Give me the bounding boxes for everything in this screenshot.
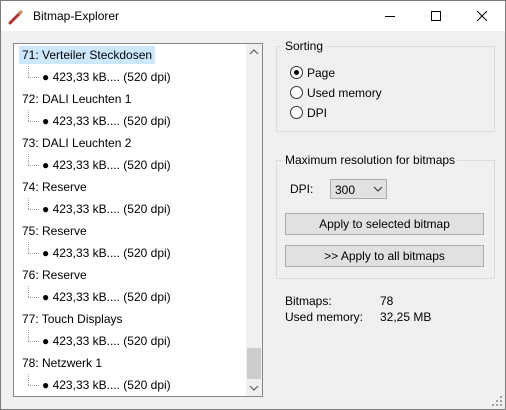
apply-to-selected-button[interactable]: Apply to selected bitmap: [285, 213, 484, 235]
tree-child-label: ● 423,33 kB.... (520 dpi): [42, 378, 171, 392]
tree-connector: [28, 297, 39, 298]
sort-by-used-memory-label: Used memory: [307, 86, 382, 100]
bitmaps-count-value: 78: [380, 294, 394, 308]
tree-child-node[interactable]: ● 423,33 kB.... (520 dpi): [14, 286, 246, 308]
resolution-group-title: Maximum resolution for bitmaps: [283, 153, 458, 167]
tree-node[interactable]: 73: DALI Leuchten 2: [14, 132, 246, 154]
tree-child-label: ● 423,33 kB.... (520 dpi): [42, 290, 171, 304]
maximize-button[interactable]: [413, 1, 459, 31]
tree-connector: [28, 341, 39, 342]
tree-node[interactable]: 77: Touch Displays: [14, 308, 246, 330]
tree-connector: [28, 253, 39, 254]
tree-child-node[interactable]: ● 423,33 kB.... (520 dpi): [14, 198, 246, 220]
sort-by-dpi-label: DPI: [307, 106, 328, 120]
sorting-group-title: Sorting: [283, 39, 326, 53]
dpi-label: DPI:: [290, 182, 314, 196]
dpi-select-value: 300: [335, 183, 356, 197]
close-button[interactable]: [459, 1, 505, 31]
resolution-group: Maximum resolution for bitmaps DPI: 300 …: [276, 153, 495, 279]
chevron-down-icon: [373, 186, 383, 192]
scroll-down-button[interactable]: [246, 379, 262, 396]
tree-node[interactable]: 71: Verteiler Steckdosen: [14, 44, 246, 66]
vertical-scrollbar[interactable]: [246, 44, 262, 396]
used-memory-value: 32,25 MB: [380, 310, 432, 324]
bitmaps-count-label: Bitmaps:: [285, 294, 332, 308]
sort-by-page-label: Page: [307, 66, 336, 80]
minimize-button[interactable]: [367, 1, 413, 31]
tree-child-node[interactable]: ● 423,33 kB.... (520 dpi): [14, 374, 246, 396]
tree-node[interactable]: 76: Reserve: [14, 264, 246, 286]
used-memory-label: Used memory:: [285, 310, 364, 324]
radio-circle-dpi: [290, 106, 303, 119]
tree-child-label: ● 423,33 kB.... (520 dpi): [42, 158, 171, 172]
tree-rows: 71: Verteiler Steckdosen ● 423,33 kB.... …: [14, 44, 246, 396]
sorting-group: Sorting Page Used memory DPI: [276, 39, 495, 132]
tree-connector: [28, 77, 39, 78]
tree-node-label: 76: Reserve: [22, 268, 87, 282]
tree-child-label: ● 423,33 kB.... (520 dpi): [42, 114, 171, 128]
tree-node-label: 73: DALI Leuchten 2: [22, 136, 132, 150]
window-title: Bitmap-Explorer: [33, 9, 120, 23]
tree-child-node[interactable]: ● 423,33 kB.... (520 dpi): [14, 330, 246, 352]
tree-child-node[interactable]: ● 423,33 kB.... (520 dpi): [14, 242, 246, 264]
bitmap-explorer-window: Bitmap-Explorer 71: Verteiler Steckdosen…: [0, 0, 506, 410]
tree-connector: [28, 330, 29, 341]
tree-node-label: 78: Netzwerk 1: [22, 356, 103, 370]
title-bar[interactable]: Bitmap-Explorer: [1, 1, 505, 31]
tree-node-label: 71: Verteiler Steckdosen: [19, 46, 156, 64]
tree-node-label: 72: DALI Leuchten 1: [22, 92, 132, 106]
tree-node[interactable]: 75: Reserve: [14, 220, 246, 242]
tree-connector: [28, 385, 39, 386]
maximize-icon: [431, 11, 441, 21]
tree-child-label: ● 423,33 kB.... (520 dpi): [42, 246, 171, 260]
tree-node[interactable]: 74: Reserve: [14, 176, 246, 198]
tree-connector: [28, 242, 29, 253]
tree-node[interactable]: 72: DALI Leuchten 1: [14, 88, 246, 110]
dpi-select[interactable]: 300: [330, 179, 387, 199]
tree-node[interactable]: 78: Netzwerk 1: [14, 352, 246, 374]
tree-connector: [28, 165, 39, 166]
tree-connector: [28, 209, 39, 210]
tree-child-label: ● 423,33 kB.... (520 dpi): [42, 202, 171, 216]
tree-connector: [28, 198, 29, 209]
tree-node-label: 77: Touch Displays: [22, 312, 123, 326]
radio-circle-used-memory: [290, 86, 303, 99]
tree-child-label: ● 423,33 kB.... (520 dpi): [42, 334, 171, 348]
apply-to-all-button[interactable]: >> Apply to all bitmaps: [285, 245, 484, 267]
scroll-thumb[interactable]: [247, 348, 261, 379]
tree-child-label: ● 423,33 kB.... (520 dpi): [42, 70, 171, 84]
radio-circle-page: [290, 66, 303, 79]
pen-icon: [8, 9, 24, 25]
tree-node-label: 74: Reserve: [22, 180, 87, 194]
bitmap-tree[interactable]: 71: Verteiler Steckdosen ● 423,33 kB.... …: [13, 43, 263, 397]
tree-connector: [28, 154, 29, 165]
radio-dot: [294, 70, 299, 75]
close-icon: [477, 11, 487, 21]
tree-child-node[interactable]: ● 423,33 kB.... (520 dpi): [14, 154, 246, 176]
resize-grip-icon[interactable]: [491, 395, 503, 407]
tree-child-node[interactable]: ● 423,33 kB.... (520 dpi): [14, 66, 246, 88]
chevron-up-icon: [249, 49, 259, 55]
scroll-up-button[interactable]: [246, 44, 262, 61]
tree-node-label: 75: Reserve: [22, 224, 87, 238]
chevron-down-icon: [249, 385, 259, 391]
tree-connector: [28, 121, 39, 122]
tree-connector: [28, 110, 29, 121]
tree-child-node[interactable]: ● 423,33 kB.... (520 dpi): [14, 110, 246, 132]
tree-connector: [28, 66, 29, 77]
minimize-icon: [385, 16, 395, 17]
tree-connector: [28, 374, 29, 385]
tree-connector: [28, 286, 29, 297]
